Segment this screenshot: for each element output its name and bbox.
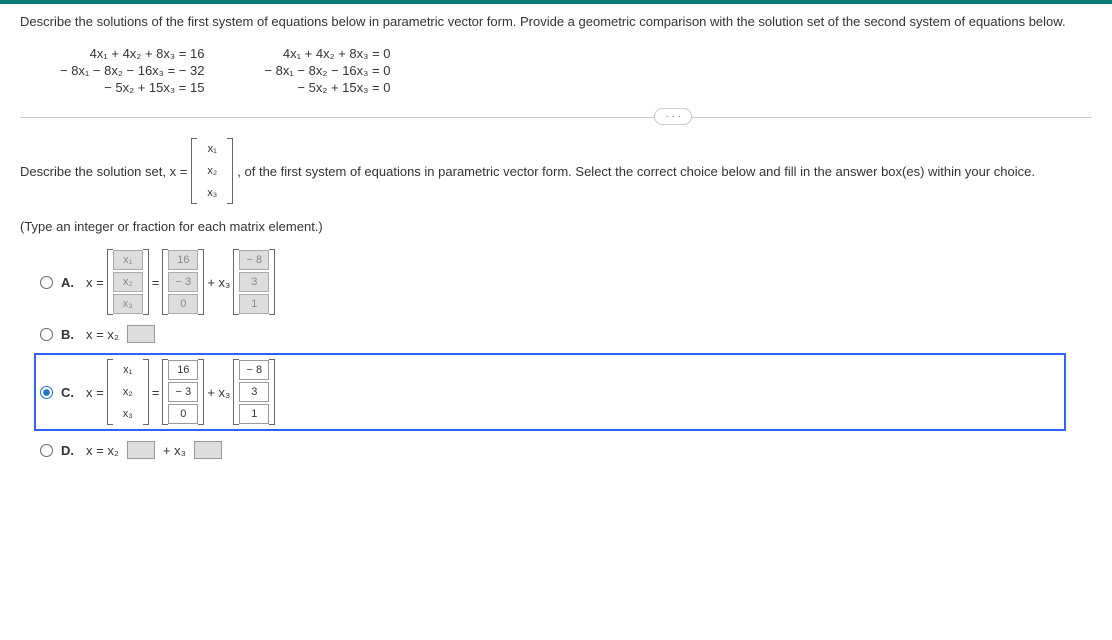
choice-d-label: D. [61,443,74,458]
choice-d-input-2 [194,441,222,459]
choice-a-label: A. [61,275,74,290]
answer-input[interactable]: − 3 [168,382,198,402]
answer-input[interactable]: 1 [239,404,269,424]
divider: · · · [20,117,1092,118]
eq-line: − 5x₂ + 15x₃ = 0 [264,80,390,95]
choice-c[interactable]: C. x = x₁ x₂ x₃ = 16 − 3 [34,353,1066,431]
system-1: 4x₁ + 4x₂ + 8x₃ = 16 − 8x₁ − 8x₂ − 16x₃ … [60,44,204,97]
choice-c-equation: x = x₁ x₂ x₃ = 16 − 3 0 [86,359,275,425]
question-prefix: Describe the solution set, x = [20,164,187,179]
question-suffix: , of the first system of equations in pa… [237,164,1035,179]
radio-c[interactable] [40,386,53,399]
system-2: 4x₁ + 4x₂ + 8x₃ = 0 − 8x₁ − 8x₂ − 16x₃ =… [264,44,390,97]
answer-input[interactable]: − 8 [239,360,269,380]
hint-text: (Type an integer or fraction for each ma… [20,219,1092,234]
radio-a[interactable] [40,276,53,289]
equations-display: 4x₁ + 4x₂ + 8x₃ = 16 − 8x₁ − 8x₂ − 16x₃ … [60,44,1092,97]
choice-a-equation: x = x₁ x₂ x₃ = 16 − 3 0 [86,249,275,315]
choice-d-text-mid: + x₃ [163,443,186,458]
choice-b-text: x = x₂ [86,327,119,342]
question-text: Describe the solution set, x = x₁ x₂ x₃ … [20,138,1092,204]
choice-d-text-pre: x = x₂ [86,443,119,458]
choice-b-label: B. [61,327,74,342]
x-vector: x₁ x₂ x₃ [191,138,233,204]
content-area: Describe the solutions of the first syst… [0,4,1112,479]
radio-b[interactable] [40,328,53,341]
choice-b[interactable]: B. x = x₂ [40,325,1092,343]
eq-line: − 8x₁ − 8x₂ − 16x₃ = 0 [264,63,390,78]
choice-a[interactable]: A. x = x₁ x₂ x₃ = 16 − 3 [40,249,1092,315]
choice-d-input-1 [127,441,155,459]
answer-input[interactable]: 3 [239,382,269,402]
answer-input[interactable]: 16 [168,360,198,380]
radio-d[interactable] [40,444,53,457]
eq-line: − 8x₁ − 8x₂ − 16x₃ = − 32 [60,63,204,78]
choices: A. x = x₁ x₂ x₃ = 16 − 3 [40,249,1092,459]
choice-c-label: C. [61,385,74,400]
problem-description: Describe the solutions of the first syst… [20,14,1092,29]
eq-line: 4x₁ + 4x₂ + 8x₃ = 0 [264,46,390,61]
eq-line: − 5x₂ + 15x₃ = 15 [60,80,204,95]
more-icon[interactable]: · · · [654,108,692,125]
choice-d[interactable]: D. x = x₂ + x₃ [40,441,1092,459]
choice-b-input [127,325,155,343]
eq-line: 4x₁ + 4x₂ + 8x₃ = 16 [60,46,204,61]
answer-input[interactable]: 0 [168,404,198,424]
